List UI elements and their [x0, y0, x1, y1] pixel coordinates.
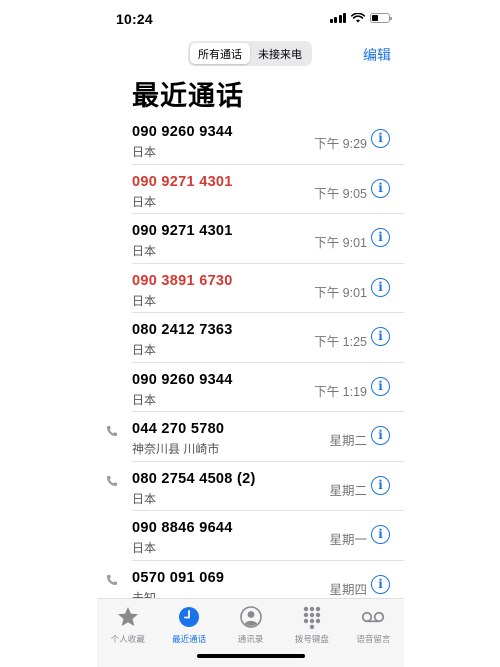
status-bar: 10:24 [97, 0, 404, 36]
call-number: 080 2754 4508 (2) [132, 470, 256, 487]
call-number: 0570 091 069 [132, 569, 225, 586]
call-time: 下午 9:01 [314, 236, 367, 250]
info-icon[interactable]: i [371, 327, 390, 346]
call-number: 090 3891 6730 [132, 272, 233, 289]
call-location: 日本 [132, 392, 157, 407]
recent-calls-list: 090 9260 9344 日本 下午 9:29 i 090 9271 4301 日本 下午… [97, 115, 404, 610]
signal-icon [329, 13, 346, 23]
contacts-icon [239, 605, 263, 629]
status-time: 10:24 [116, 11, 153, 27]
keypad-icon [300, 605, 324, 629]
call-time: 星期一 [329, 533, 367, 547]
tab-favorites[interactable]: 个人收藏 [97, 599, 158, 667]
call-row[interactable]: 090 8846 9644 日本 星期一 i [97, 511, 404, 561]
outgoing-call-icon [106, 425, 118, 437]
battery-icon [370, 13, 392, 23]
status-icons [329, 13, 392, 23]
info-icon[interactable]: i [371, 277, 390, 297]
tab-label: 语音留言 [356, 634, 391, 644]
info-icon[interactable]: i [371, 376, 390, 396]
call-location: 日本 [132, 293, 157, 308]
segment-all-calls[interactable]: 所有通话 [190, 43, 250, 64]
tab-voicemail[interactable]: 语音留言 [343, 599, 404, 667]
tab-label: 通讯录 [237, 634, 264, 644]
call-time: 下午 9:01 [314, 285, 367, 300]
edit-button[interactable]: 编辑 [363, 45, 391, 65]
info-icon[interactable]: i [371, 228, 390, 247]
call-row[interactable]: 044 270 5780 神奈川县 川崎市 星期二 i [97, 412, 404, 462]
call-filter-segmented-control[interactable]: 所有通话 未接来电 [188, 41, 312, 66]
call-time: 下午 1:25 [314, 335, 367, 349]
call-location: 日本 [132, 343, 157, 357]
call-time: 星期四 [329, 582, 367, 597]
call-row[interactable]: 090 9271 4301 日本 下午 9:05 i [97, 165, 404, 215]
segment-missed-calls[interactable]: 未接来电 [250, 43, 310, 64]
call-time: 下午 1:19 [314, 384, 367, 399]
call-number: 090 9271 4301 [132, 223, 233, 239]
phone-screen: 10:24 所有通话 未接来电 编辑 最近通话 090 9260 9344 日本下… [97, 0, 404, 667]
info-icon[interactable]: i [371, 178, 390, 198]
call-row[interactable]: 080 2412 7363 日本 下午 1:25 i [97, 313, 404, 363]
call-number: 090 8846 9644 [132, 520, 233, 536]
tab-label: 个人收藏 [110, 634, 145, 644]
info-icon[interactable]: i [371, 475, 390, 495]
home-indicator [197, 654, 305, 658]
wifi-icon [351, 13, 365, 23]
outgoing-call-icon [106, 574, 118, 586]
info-icon[interactable]: i [371, 574, 390, 594]
call-row[interactable]: 080 2754 4508 (2) 日本 星期二 i [97, 462, 404, 512]
info-icon[interactable]: i [371, 525, 390, 544]
call-location: 日本 [132, 541, 157, 555]
call-number: 090 9271 4301 [132, 173, 233, 190]
call-time: 下午 9:05 [314, 186, 367, 201]
call-row[interactable]: 090 3891 6730 日本 下午 9:01 i [97, 264, 404, 314]
tab-bar: 个人收藏 最近通话 通讯录 拨号键盘 语音留言 [97, 598, 404, 667]
call-number: 090 9260 9344 [132, 371, 233, 388]
call-row[interactable]: 090 9260 9344 日本 下午 1:19 i [97, 363, 404, 413]
info-icon[interactable]: i [371, 426, 390, 445]
call-number: 080 2412 7363 [132, 322, 233, 338]
call-number: 044 270 5780 [132, 421, 225, 437]
voicemail-icon [361, 605, 385, 629]
tab-label: 最近通话 [172, 634, 207, 644]
tab-label: 拨号键盘 [294, 634, 329, 644]
page-title: 最近通话 [132, 81, 244, 111]
call-time: 星期二 [329, 434, 367, 448]
outgoing-call-icon [106, 475, 118, 487]
call-location: 日本 [132, 194, 157, 209]
star-icon [116, 605, 140, 629]
call-row[interactable]: 090 9271 4301 日本 下午 9:01 i [97, 214, 404, 264]
call-time: 星期二 [329, 483, 367, 498]
call-row[interactable]: 090 9260 9344 日本 下午 9:29 i [97, 115, 404, 165]
call-number: 090 9260 9344 [132, 124, 233, 140]
call-time: 下午 9:29 [314, 137, 367, 151]
info-icon[interactable]: i [371, 129, 390, 148]
call-location: 日本 [132, 145, 157, 159]
clock-icon [177, 605, 201, 629]
call-location: 神奈川县 川崎市 [132, 442, 220, 456]
call-location: 日本 [132, 244, 157, 258]
call-location: 日本 [132, 491, 157, 506]
